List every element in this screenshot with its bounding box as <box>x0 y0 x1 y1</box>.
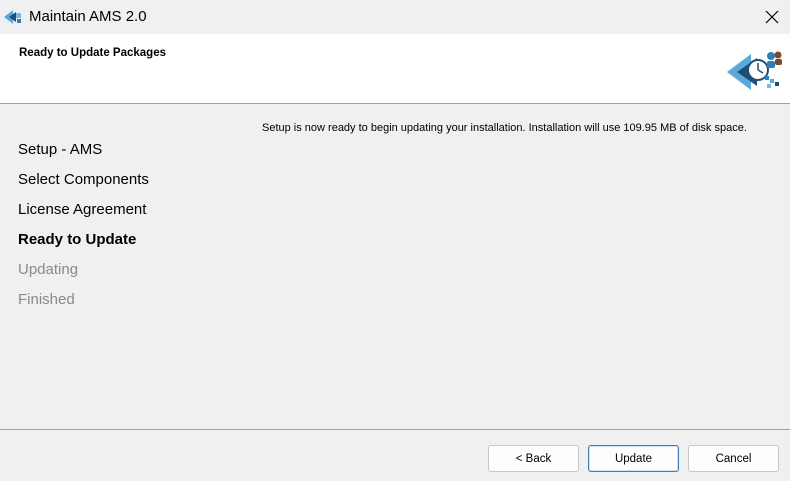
page-title: Ready to Update Packages <box>19 47 167 59</box>
ams-logo-icon <box>4 10 21 24</box>
update-button[interactable]: Update <box>588 445 679 472</box>
ams-logo-icon <box>727 51 782 90</box>
title-bar: Maintain AMS 2.0 <box>0 0 790 34</box>
wizard-steps: Setup - AMS Select Components License Ag… <box>18 135 149 315</box>
step-finished: Finished <box>18 291 75 308</box>
close-icon <box>765 10 779 24</box>
step-updating: Updating <box>18 261 79 278</box>
step-license-agreement: License Agreement <box>18 201 147 218</box>
back-button[interactable]: < Back <box>488 445 579 472</box>
step-setup-ams: Setup - AMS <box>18 141 103 158</box>
window-title: Maintain AMS 2.0 <box>29 8 147 25</box>
step-select-components: Select Components <box>18 171 149 188</box>
step-ready-to-update: Ready to Update <box>18 231 137 248</box>
ready-message: Setup is now ready to begin updating you… <box>262 122 747 134</box>
wizard-header: Ready to Update Packages <box>0 34 790 104</box>
footer-divider <box>0 429 790 430</box>
close-button[interactable] <box>754 0 790 34</box>
cancel-button[interactable]: Cancel <box>688 445 779 472</box>
